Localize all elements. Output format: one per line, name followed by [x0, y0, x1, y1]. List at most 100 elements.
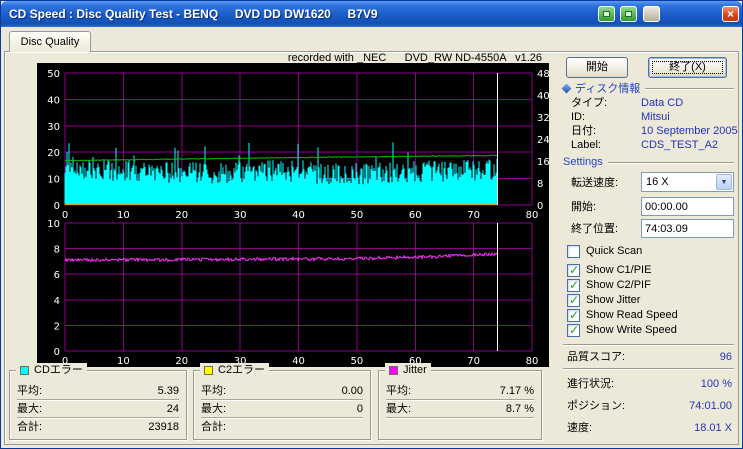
disc-type-row: タイプ: Data CD	[571, 97, 684, 109]
checkbox-quick-scan[interactable]: ✓ Quick Scan	[567, 244, 642, 258]
svg-text:0: 0	[537, 201, 543, 212]
app-window: CD Speed : Disc Quality Test - BENQ DVD …	[0, 0, 743, 449]
checkbox-box[interactable]: ✓	[567, 262, 580, 277]
legend-row: 合計:	[201, 421, 227, 433]
legend-title: Jitter	[403, 364, 427, 376]
checkbox-show-read-speed[interactable]: ✓ Show Read Speed	[567, 308, 678, 322]
svg-text:10: 10	[117, 210, 130, 221]
checkbox-box[interactable]: ✓	[567, 292, 580, 307]
speed-select[interactable]: 16 X ▼	[641, 172, 734, 192]
svg-text:50: 50	[351, 210, 364, 221]
svg-text:20: 20	[175, 210, 188, 221]
svg-text:70: 70	[467, 210, 480, 221]
checkbox-box[interactable]: ✓	[567, 308, 580, 322]
checkbox-box[interactable]: ✓	[567, 278, 580, 292]
chevron-down-icon[interactable]: ▼	[716, 174, 732, 190]
check-icon: ✓	[569, 292, 580, 307]
start-button[interactable]: 開始	[566, 57, 628, 78]
disc-info-header: ディスク情報	[561, 82, 734, 95]
svg-text:40: 40	[292, 210, 305, 221]
checkbox-show-jitter[interactable]: ✓ Show Jitter	[567, 293, 640, 307]
svg-text:60: 60	[409, 210, 422, 221]
end-pos-input[interactable]	[641, 219, 734, 238]
checkbox-show-c2-pif[interactable]: ✓ Show C2/PIF	[567, 278, 651, 292]
legend-row	[386, 418, 534, 436]
checkbox-show-write-speed[interactable]: ✓ Show Write Speed	[567, 323, 677, 337]
legend-row: 平均: 7.17 %	[386, 382, 534, 400]
disc-create-icon[interactable]	[620, 6, 637, 22]
chart-panel: 0 10 20 30 40 50 60 70 80 0 10 20 30 40 50 0 8 16 24 32 40 48…	[37, 63, 549, 367]
svg-text:20: 20	[47, 148, 60, 159]
end-pos-label: 終了位置:	[571, 223, 619, 235]
separator	[563, 368, 734, 369]
checkbox-show-c1-pie[interactable]: ✓ Show C1/PIE	[567, 263, 651, 277]
start-pos-input[interactable]	[641, 197, 734, 216]
disc-id-row: ID: Mitsui	[571, 111, 670, 123]
speed-label: 転送速度:	[571, 177, 619, 189]
svg-text:40: 40	[537, 91, 549, 102]
tab-disc-quality[interactable]: Disc Quality	[9, 31, 91, 52]
quality-charts: 0 10 20 30 40 50 60 70 8001020304050081624324048…	[47, 69, 549, 367]
separator	[563, 344, 734, 345]
svg-text:10: 10	[117, 356, 130, 367]
legend-row: 最大: 0	[201, 400, 363, 418]
legend-row: 最大: 24	[17, 400, 179, 418]
quality-score-value: 96	[719, 351, 732, 363]
start-pos-label: 開始:	[571, 201, 597, 213]
svg-text:8: 8	[537, 179, 543, 190]
legend-title: CDエラー	[34, 364, 83, 376]
disc-date-row: 日付: 10 September 2005	[571, 125, 738, 137]
svg-text:50: 50	[351, 356, 364, 367]
svg-text:48: 48	[537, 69, 549, 80]
svg-text:0: 0	[54, 201, 60, 212]
progress-value: 100 %	[700, 378, 732, 390]
disc-copy-icon[interactable]	[598, 6, 615, 22]
legend-title: C2エラー	[218, 364, 266, 376]
speed-label-status: 速度:	[567, 422, 593, 434]
minimize-button[interactable]	[643, 6, 660, 22]
window-title: CD Speed : Disc Quality Test - BENQ DVD …	[9, 7, 378, 21]
disc-create-glyph	[625, 11, 632, 17]
disc-label-row: Label: CDS_TEST_A2	[571, 139, 719, 151]
settings-header: Settings	[563, 156, 734, 168]
check-icon: ✓	[569, 262, 580, 277]
svg-text:80: 80	[526, 356, 539, 367]
checkbox-box[interactable]: ✓	[567, 244, 580, 258]
legend-box-cd-errors: CDエラー 平均: 5.39 最大: 24 合計: 23918	[9, 363, 187, 440]
position-label: ポジション:	[567, 400, 626, 412]
check-icon: ✓	[569, 322, 580, 337]
close-button[interactable]: ×	[722, 6, 739, 22]
svg-text:32: 32	[537, 113, 549, 124]
svg-text:2: 2	[54, 321, 60, 332]
legend-row: 最大: 8.7 %	[386, 400, 534, 418]
legend-row: 平均: 0.00	[201, 382, 363, 400]
jitter-color-swatch	[389, 365, 398, 375]
svg-text:50: 50	[47, 69, 60, 80]
legend-row: 合計: 23918	[17, 421, 179, 433]
position-value: 74:01.00	[689, 400, 732, 412]
svg-text:30: 30	[47, 122, 60, 133]
disc-info-icon	[561, 83, 572, 93]
svg-text:40: 40	[47, 95, 60, 106]
c2-color-swatch	[204, 365, 213, 375]
svg-text:30: 30	[234, 210, 247, 221]
svg-text:6: 6	[54, 270, 60, 281]
svg-text:0: 0	[62, 210, 68, 221]
quality-score-label: 品質スコア:	[567, 351, 626, 363]
svg-text:40: 40	[292, 356, 305, 367]
svg-text:10: 10	[47, 219, 60, 230]
checkbox-box[interactable]: ✓	[567, 322, 580, 337]
svg-text:0: 0	[54, 347, 60, 358]
disc-copy-glyph	[603, 11, 610, 17]
svg-text:70: 70	[467, 356, 480, 367]
speed-value-status: 18.01 X	[694, 422, 732, 434]
svg-text:4: 4	[54, 296, 60, 307]
exit-button[interactable]: 終了(X)	[648, 57, 727, 78]
legend-box-jitter: Jitter 平均: 7.17 % 最大: 8.7 %	[378, 363, 542, 440]
legend-row: 平均: 5.39	[17, 382, 179, 400]
svg-text:16: 16	[537, 157, 549, 168]
svg-text:24: 24	[537, 135, 549, 146]
svg-text:8: 8	[54, 245, 60, 256]
progress-label: 進行状況:	[567, 378, 615, 390]
svg-text:20: 20	[175, 356, 188, 367]
